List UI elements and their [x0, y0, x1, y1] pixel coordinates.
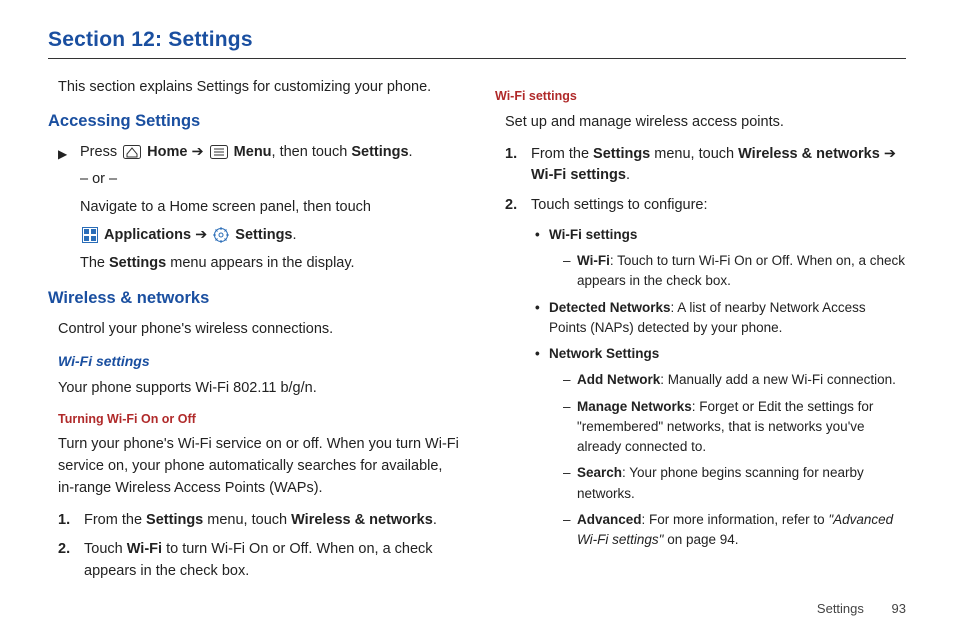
- right-column: Wi-Fi settings Set up and manage wireles…: [495, 77, 906, 591]
- bullet-wifi-settings: Wi-Fi settings Wi-Fi: Touch to turn Wi-F…: [535, 225, 906, 292]
- page-number: 93: [892, 601, 906, 616]
- or-divider: – or –: [80, 169, 459, 191]
- left-column: This section explains Settings for custo…: [48, 77, 459, 591]
- turn-para: Turn your phone's Wi-Fi service on or of…: [58, 434, 459, 499]
- supports-text: Your phone supports Wi-Fi 802.11 b/g/n.: [58, 378, 459, 400]
- heading-wifi-settings-right: Wi-Fi settings: [495, 87, 906, 106]
- step-1-right: 1. From the Settings menu, touch Wireles…: [505, 144, 906, 188]
- menu-icon: [210, 145, 228, 159]
- section-title: Section 12: Settings: [48, 28, 906, 59]
- dash-wifi: Wi-Fi: Touch to turn Wi-Fi On or Off. Wh…: [563, 251, 906, 292]
- page-footer: Settings 93: [817, 601, 906, 616]
- triangle-bullet-icon: ▶: [58, 142, 80, 281]
- settings-appears-line: The Settings menu appears in the display…: [80, 253, 459, 275]
- press-home-menu-line: Press Home ➔ Menu, then touch Settings.: [80, 142, 459, 164]
- step-2-left: 2. Touch Wi-Fi to turn Wi-Fi On or Off. …: [58, 539, 459, 583]
- control-text: Control your phone's wireless connection…: [58, 319, 459, 341]
- home-icon: [123, 145, 141, 159]
- step-1-left: 1. From the Settings menu, touch Wireles…: [58, 510, 459, 532]
- heading-accessing-settings: Accessing Settings: [48, 109, 459, 134]
- applications-icon: [82, 227, 98, 243]
- dash-search: Search: Your phone begins scanning for n…: [563, 463, 906, 504]
- heading-turning-wifi: Turning Wi-Fi On or Off: [58, 410, 459, 429]
- dash-advanced: Advanced: For more information, refer to…: [563, 510, 906, 551]
- steps-right: 1. From the Settings menu, touch Wireles…: [505, 144, 906, 557]
- navigate-line: Navigate to a Home screen panel, then to…: [80, 197, 459, 219]
- dash-manage-networks: Manage Networks: Forget or Edit the sett…: [563, 397, 906, 458]
- settings-gear-icon: [213, 227, 229, 243]
- intro-text: This section explains Settings for custo…: [58, 77, 459, 99]
- bullet-network-settings: Network Settings Add Network: Manually a…: [535, 344, 906, 550]
- two-column-layout: This section explains Settings for custo…: [48, 77, 906, 591]
- dash-add-network: Add Network: Manually add a new Wi-Fi co…: [563, 370, 906, 390]
- heading-wifi-settings-left: Wi-Fi settings: [58, 351, 459, 372]
- heading-wireless-networks: Wireless & networks: [48, 286, 459, 311]
- setup-text: Set up and manage wireless access points…: [505, 112, 906, 134]
- step-2-right: 2. Touch settings to configure: Wi-Fi se…: [505, 195, 906, 556]
- instruction-block: ▶ Press Home ➔ Menu, then touch Settings…: [58, 142, 459, 281]
- applications-settings-line: Applications ➔ Settings.: [80, 225, 459, 247]
- footer-label: Settings: [817, 601, 864, 616]
- bullet-detected-networks: Detected Networks: A list of nearby Netw…: [535, 298, 906, 339]
- steps-left: 1. From the Settings menu, touch Wireles…: [58, 510, 459, 583]
